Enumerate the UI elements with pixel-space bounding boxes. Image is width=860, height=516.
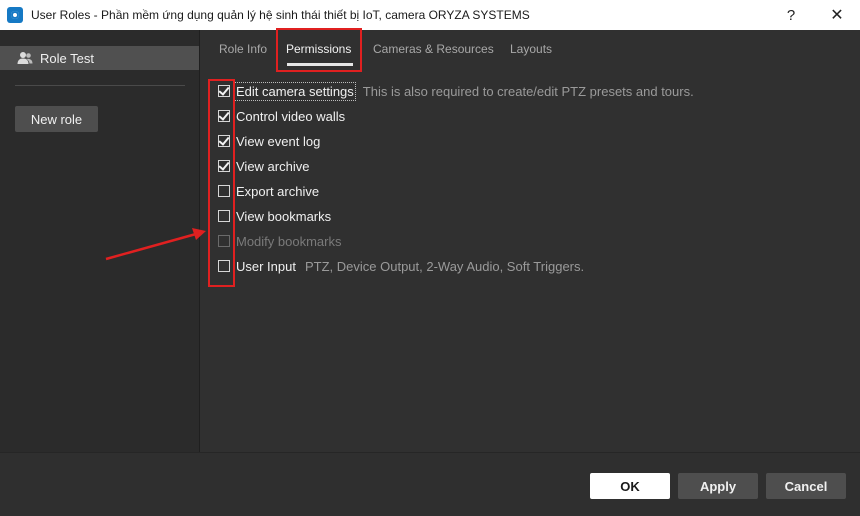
close-button[interactable]: ✕ xyxy=(814,0,860,30)
permission-row[interactable]: User Input PTZ, Device Output, 2-Way Aud… xyxy=(218,256,584,276)
ok-button[interactable]: OK xyxy=(590,473,670,499)
permission-label: User Input xyxy=(236,258,296,274)
permission-label: Control video walls xyxy=(236,108,346,124)
user-icon xyxy=(17,52,33,64)
help-button[interactable]: ? xyxy=(768,0,814,30)
permission-label: View archive xyxy=(236,158,310,174)
permission-description: PTZ, Device Output, 2-Way Audio, Soft Tr… xyxy=(304,258,585,274)
permission-label: Modify bookmarks xyxy=(236,233,342,249)
permission-description: This is also required to create/edit PTZ… xyxy=(362,83,694,99)
tab-role-info[interactable]: Role Info xyxy=(219,42,267,56)
role-name: Role Test xyxy=(40,50,94,66)
dialog-footer: OK Apply Cancel xyxy=(0,452,860,516)
permission-label: View event log xyxy=(236,133,321,149)
window-title: User Roles - Phần mềm ứng dụng quản lý h… xyxy=(31,8,530,22)
apply-button[interactable]: Apply xyxy=(678,473,758,499)
new-role-button[interactable]: New role xyxy=(15,106,98,132)
annotation-highlight-tab xyxy=(276,28,362,72)
cancel-button[interactable]: Cancel xyxy=(766,473,846,499)
tab-cameras-resources[interactable]: Cameras & Resources xyxy=(373,42,494,56)
permission-row[interactable]: Control video walls xyxy=(218,106,345,126)
app-logo-icon xyxy=(7,7,23,23)
annotation-highlight-checkboxes xyxy=(208,79,235,287)
permission-label: View bookmarks xyxy=(236,208,332,224)
permission-row: Modify bookmarks xyxy=(218,231,341,251)
annotation-arrow-icon xyxy=(105,228,206,261)
permission-label: Edit camera settings xyxy=(234,81,356,101)
tab-layouts[interactable]: Layouts xyxy=(510,42,552,56)
role-list-item[interactable]: Role Test xyxy=(0,46,199,70)
permission-row[interactable]: Edit camera settings This is also requir… xyxy=(218,81,694,101)
title-bar: User Roles - Phần mềm ứng dụng quản lý h… xyxy=(0,0,860,30)
permission-label: Export archive xyxy=(236,183,320,199)
sidebar-divider xyxy=(15,85,185,86)
